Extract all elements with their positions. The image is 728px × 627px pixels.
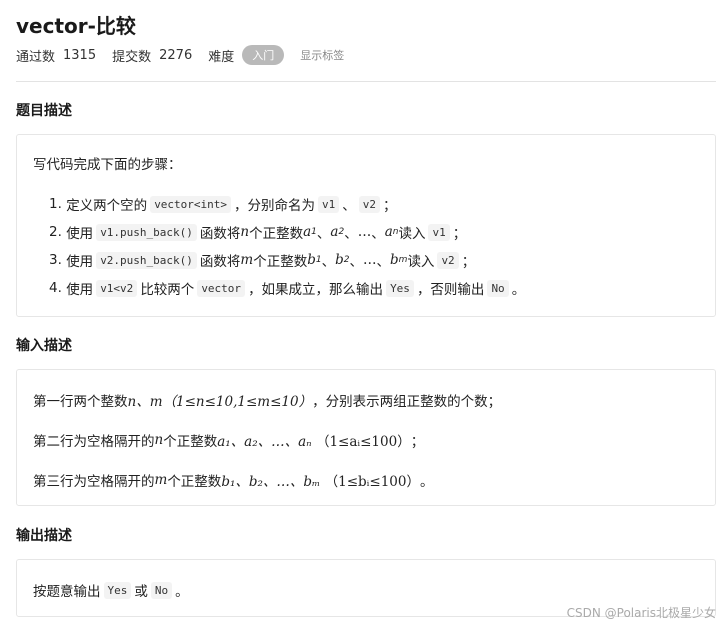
input-line-1: 第一行两个整数 n、m（1≤n≤10,1≤m≤10） ，分别表示两组正整数的个数…: [33, 390, 501, 410]
header-divider: [16, 81, 716, 82]
step-text: 使用: [66, 226, 94, 242]
step-text: ；: [452, 226, 467, 242]
description-box: 写代码完成下面的步骤： 1. 定义两个空的 vector<int> ，分别命名为…: [16, 134, 716, 317]
submit-count-label: 提交数: [112, 49, 152, 65]
math-variable: n: [154, 432, 164, 448]
math-separator: 、: [344, 226, 358, 242]
step-text: 读入: [398, 226, 426, 242]
inline-code: No: [150, 581, 173, 599]
step-text: 个正整数: [249, 226, 304, 242]
input-text: 个正整数: [163, 434, 218, 450]
math-expression: a₁、a₂、…、aₙ: [217, 434, 312, 450]
input-text: 第二行为空格隔开的: [33, 434, 155, 450]
step-text: ，否则输出: [416, 282, 485, 298]
input-text: 。: [419, 474, 434, 490]
step-text: 使用: [66, 282, 94, 298]
math-ellipsis: …: [357, 224, 372, 240]
math-separator: 、: [371, 226, 385, 242]
inline-code: v1: [428, 223, 450, 241]
math-variable: b: [335, 252, 344, 268]
inline-code: vector: [197, 279, 246, 297]
step-text: 个正整数: [253, 254, 308, 270]
step-text: ；: [461, 254, 476, 270]
description-intro: 写代码完成下面的步骤：: [33, 157, 182, 173]
submit-count-value: 2276: [159, 47, 193, 63]
inline-code: No: [487, 279, 509, 297]
pass-count-value: 1315: [63, 47, 97, 63]
step-number: 3.: [49, 252, 62, 268]
step-1: 1. 定义两个空的 vector<int> ，分别命名为 v1 、 v2 ；: [49, 194, 397, 214]
step-number: 4.: [49, 280, 62, 296]
inline-code: v1: [318, 195, 340, 213]
step-4: 4. 使用 v1<v2 比较两个 vector ，如果成立，那么输出 Yes ，…: [49, 278, 525, 298]
math-variable: a: [303, 224, 312, 240]
output-text: 。: [175, 584, 189, 600]
math-expression: n、m（1≤n≤10,1≤m≤10）: [127, 394, 313, 410]
math-expression: （1≤bᵢ≤100）: [324, 474, 420, 490]
math-separator: 、: [321, 254, 336, 270]
math-separator: 、: [376, 254, 391, 270]
description-heading: 题目描述: [16, 103, 72, 119]
inline-code: v2: [437, 251, 459, 269]
step-number: 2.: [49, 224, 62, 240]
math-variable: a: [384, 224, 393, 240]
step-text: ，如果成立，那么输出: [248, 282, 384, 298]
input-line-2: 第二行为空格隔开的 n 个正整数 a₁、a₂、…、aₙ （1≤aᵢ≤100） ；: [33, 430, 424, 450]
inline-code: Yes: [103, 581, 132, 599]
difficulty-badge: 入门: [242, 45, 285, 65]
math-separator: 、: [349, 254, 364, 270]
input-box: 第一行两个整数 n、m（1≤n≤10,1≤m≤10） ，分别表示两组正整数的个数…: [16, 369, 716, 506]
input-text: ，分别表示两组正整数的个数；: [312, 394, 502, 410]
step-text: ，分别命名为: [234, 198, 316, 214]
math-variable: a: [330, 224, 339, 240]
input-text: 个正整数: [167, 474, 222, 490]
math-variable: b: [390, 252, 399, 268]
math-variable: m: [240, 252, 254, 268]
inline-code: v1.push_back(): [96, 223, 197, 241]
input-heading: 输入描述: [16, 338, 72, 354]
math-variable: b: [307, 252, 316, 268]
difficulty-label: 难度: [208, 49, 235, 65]
step-2: 2. 使用 v1.push_back() 函数将 n 个正整数 a1 、 a2 …: [49, 222, 466, 242]
output-line: 按题意输出 Yes 或 No 。: [33, 580, 189, 600]
step-text: 函数将: [199, 254, 241, 270]
math-variable: n: [240, 224, 250, 240]
step-number: 1.: [49, 196, 62, 212]
input-line-3: 第三行为空格隔开的 m 个正整数 b₁、b₂、…、bₘ （1≤bᵢ≤100） 。: [33, 470, 433, 490]
math-variable: m: [154, 472, 168, 488]
step-text: ；: [383, 198, 397, 214]
step-text: 。: [511, 282, 526, 298]
math-separator: 、: [316, 226, 331, 242]
math-ellipsis: …: [363, 252, 377, 268]
step-text: 读入: [407, 254, 435, 270]
inline-code: v2: [358, 195, 381, 213]
math-expression: （1≤aᵢ≤100）: [315, 434, 411, 450]
problem-stats: 通过数 1315 提交数 2276 难度 入门 显示标签: [16, 44, 344, 66]
math-subscript: m: [398, 255, 408, 265]
input-text: ；: [410, 434, 425, 450]
inline-code: Yes: [386, 279, 414, 297]
pass-count-label: 通过数: [16, 49, 56, 65]
show-tags-link[interactable]: 显示标签: [300, 47, 344, 63]
problem-title: vector-比较: [16, 14, 136, 38]
input-text: 第三行为空格隔开的: [33, 474, 155, 490]
step-text: 、: [342, 198, 356, 214]
step-text: 定义两个空的: [66, 198, 148, 214]
output-text: 按题意输出: [33, 584, 101, 600]
output-text: 或: [134, 584, 148, 600]
inline-code: v1<v2: [96, 279, 138, 297]
input-text: 第一行两个整数: [33, 394, 128, 410]
inline-code: vector<int>: [150, 195, 232, 213]
output-heading: 输出描述: [16, 528, 72, 544]
step-3: 3. 使用 v2.push_back() 函数将 m 个正整数 b1 、 b2 …: [49, 250, 475, 270]
step-text: 比较两个: [140, 282, 195, 298]
watermark: CSDN @Polaris北极星少女: [566, 606, 716, 620]
step-text: 使用: [66, 254, 94, 270]
step-text: 函数将: [199, 226, 241, 242]
math-expression: b₁、b₂、…、bₘ: [221, 474, 321, 490]
inline-code: v2.push_back(): [96, 251, 197, 269]
